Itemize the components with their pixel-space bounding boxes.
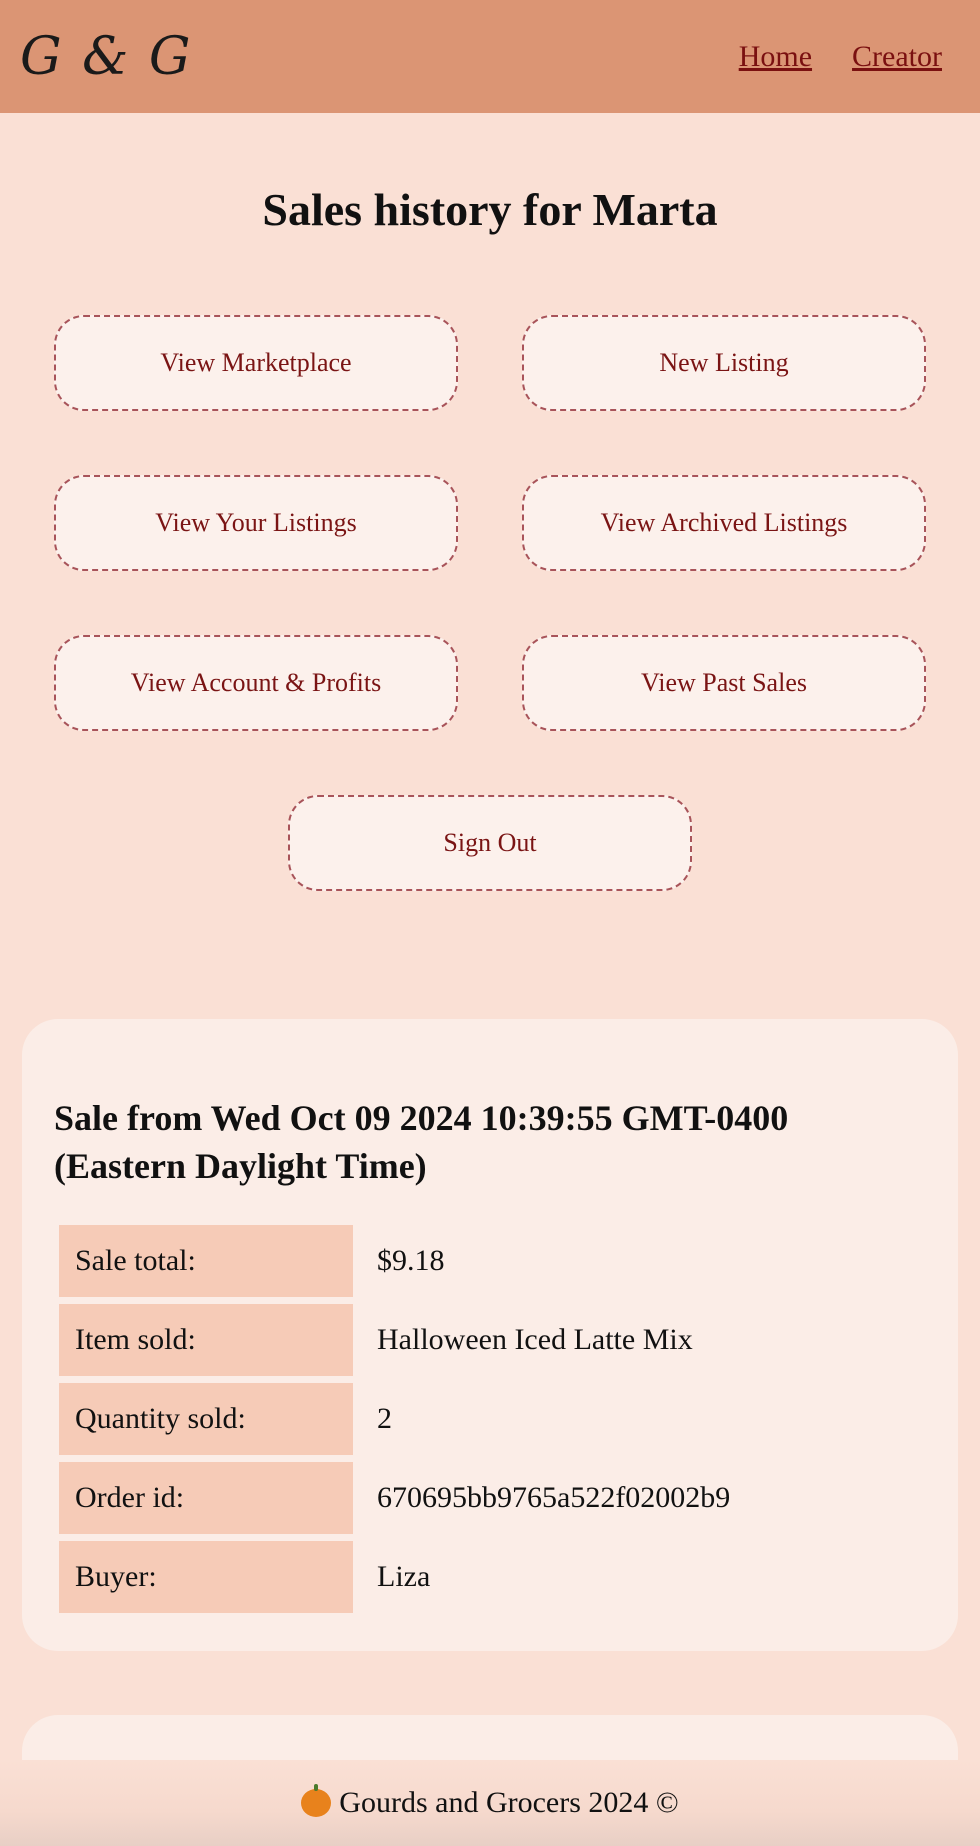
table-row: Sale total: $9.18 <box>59 1225 929 1297</box>
table-row: Buyer: Liza <box>59 1541 929 1613</box>
footer: Gourds and Grocers 2024 © <box>0 1760 980 1846</box>
buyer-label: Buyer: <box>59 1541 353 1613</box>
view-past-sales-button[interactable]: View Past Sales <box>522 635 926 731</box>
order-id-value: 670695bb9765a522f02002b9 <box>377 1481 731 1514</box>
navbar: G & G Home Creator <box>0 0 980 113</box>
table-row: Order id: 670695bb9765a522f02002b9 <box>59 1462 929 1534</box>
buyer-value: Liza <box>377 1560 431 1593</box>
table-row: Item sold: Halloween Iced Latte Mix <box>59 1304 929 1376</box>
view-your-listings-button[interactable]: View Your Listings <box>54 475 458 571</box>
sign-out-button[interactable]: Sign Out <box>288 795 692 891</box>
quantity-sold-value: 2 <box>377 1402 392 1435</box>
nav-link-home[interactable]: Home <box>739 40 812 74</box>
page: G & G Home Creator Sales history for Mar… <box>0 0 980 1846</box>
order-id-label: Order id: <box>59 1462 353 1534</box>
table-row: Quantity sold: 2 <box>59 1383 929 1455</box>
nav-links: Home Creator <box>739 40 942 74</box>
footer-text: Gourds and Grocers 2024 © <box>339 1786 679 1819</box>
sale-total-label: Sale total: <box>59 1225 353 1297</box>
view-marketplace-button[interactable]: View Marketplace <box>54 315 458 411</box>
item-sold-label: Item sold: <box>59 1304 353 1376</box>
view-archived-listings-button[interactable]: View Archived Listings <box>522 475 926 571</box>
pumpkin-icon <box>301 1784 332 1817</box>
site-logo[interactable]: G & G <box>20 27 192 87</box>
item-sold-value: Halloween Iced Latte Mix <box>377 1323 693 1356</box>
page-title: Sales history for Marta <box>262 184 718 235</box>
sale-card: Sale from Wed Oct 09 2024 10:39:55 GMT-0… <box>22 1019 958 1651</box>
sale-title: Sale from Wed Oct 09 2024 10:39:55 GMT-0… <box>54 1098 789 1186</box>
nav-link-creator[interactable]: Creator <box>852 40 942 74</box>
quantity-sold-label: Quantity sold: <box>59 1383 353 1455</box>
sale-total-value: $9.18 <box>377 1244 445 1277</box>
view-account-profits-button[interactable]: View Account & Profits <box>54 635 458 731</box>
new-listing-button[interactable]: New Listing <box>522 315 926 411</box>
